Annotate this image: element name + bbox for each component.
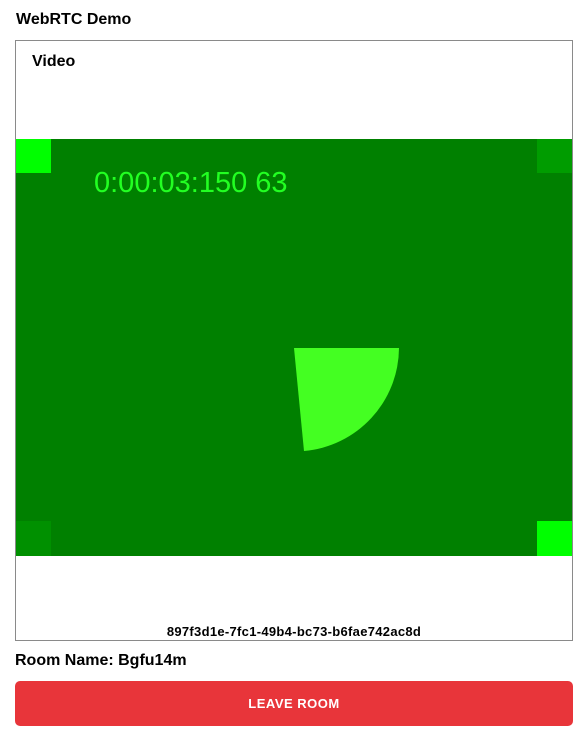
room-name: Room Name: Bgfu14m (15, 652, 187, 669)
app-title: WebRTC Demo (16, 11, 132, 28)
peer-id: 897f3d1e-7fc1-49b4-bc73-b6fae742ac8d (166, 624, 422, 639)
video-card: Video 0:00:03:150 63 897f3d1e-7fc1-49b4-… (15, 40, 573, 641)
stream-timestamp: 0:00:03:150 63 (94, 167, 288, 199)
corner-marker-bottom-right (537, 521, 572, 556)
video-background (16, 139, 572, 556)
leave-room-button[interactable]: LEAVE ROOM (15, 681, 573, 726)
video-heading: Video (32, 53, 76, 70)
corner-marker-bottom-left (16, 521, 51, 556)
corner-marker-top-right (537, 139, 572, 173)
remote-video[interactable]: 0:00:03:150 63 (16, 139, 572, 556)
corner-marker-top-left (16, 139, 51, 173)
